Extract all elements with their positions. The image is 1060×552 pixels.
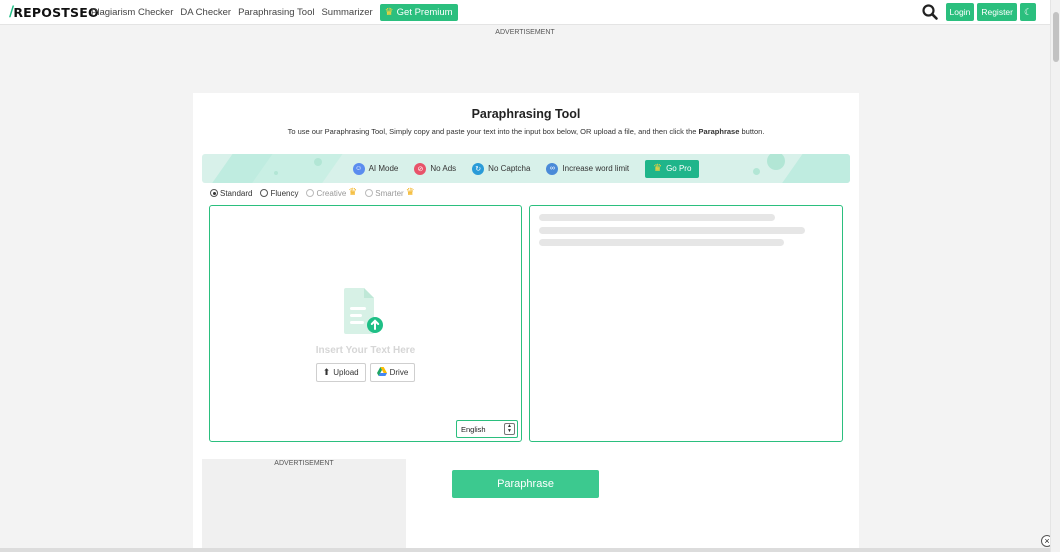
subtitle-text: To use our Paraphrasing Tool, Simply cop… — [287, 127, 699, 136]
nav-plagiarism-checker[interactable]: Plagiarism Checker — [91, 7, 173, 18]
radio-button[interactable] — [260, 189, 269, 197]
subtitle-bold: Paraphrase — [698, 127, 740, 136]
dark-mode-toggle[interactable]: ☾ — [1020, 3, 1036, 21]
side-advertisement: ADVERTISEMENT — [202, 459, 406, 552]
crown-icon: ♛ — [348, 187, 358, 198]
upload-icon: ⬆ — [322, 367, 331, 377]
crown-icon: ♛ — [384, 6, 394, 18]
ai-mode-icon: ☺ — [352, 162, 365, 175]
radio-button[interactable] — [210, 189, 218, 197]
radio-button[interactable] — [365, 189, 374, 197]
site-logo[interactable]: / REPOSTSEO — [9, 4, 99, 20]
radio-button[interactable] — [306, 189, 315, 197]
feature-label: Increase word limit — [562, 164, 630, 173]
paraphrasing-card: Paraphrasing Tool To use our Paraphrasin… — [193, 93, 859, 552]
login-button[interactable]: Login — [945, 3, 975, 21]
page-scrollbar[interactable] — [1050, 0, 1060, 552]
language-value: English — [461, 424, 486, 434]
output-text-area[interactable] — [529, 205, 843, 442]
page-subtitle: To use our Paraphrasing Tool, Simply cop… — [193, 127, 859, 136]
get-premium-label: Get Premium — [396, 7, 453, 18]
feature-label: No Ads — [430, 164, 457, 173]
loading-skeleton-line — [539, 214, 775, 221]
page-title: Paraphrasing Tool — [471, 107, 581, 121]
go-pro-label: Go Pro — [666, 164, 692, 173]
feature-label: AI Mode — [368, 164, 399, 173]
feature-ai-mode: ☺ AI Mode — [352, 162, 399, 175]
bottom-ad-bar — [0, 548, 1050, 552]
document-upload-icon — [342, 287, 384, 337]
mode-label: Standard — [220, 188, 253, 198]
paraphrase-button[interactable]: Paraphrase — [452, 470, 599, 498]
google-drive-icon — [376, 367, 387, 378]
upload-button[interactable]: ⬆ Upload — [315, 363, 366, 382]
main-nav: Plagiarism Checker DA Checker Paraphrasi… — [91, 0, 465, 25]
feature-word-limit: ∞ Increase word limit — [546, 162, 630, 175]
search-icon[interactable] — [921, 3, 939, 21]
infinity-icon: ∞ — [546, 162, 559, 175]
go-pro-button[interactable]: ♛ Go Pro — [645, 159, 700, 178]
mode-smarter[interactable]: Smarter ♛ — [365, 187, 415, 198]
paraphrase-mode-selector: Standard Fluency Creative ♛ Smarter ♛ — [210, 188, 415, 198]
feature-no-ads: ⊘ No Ads — [414, 162, 457, 175]
mode-standard[interactable]: Standard — [210, 189, 252, 198]
nav-paraphrasing-tool[interactable]: Paraphrasing Tool — [238, 7, 314, 18]
scrollbar-thumb[interactable] — [1053, 12, 1059, 62]
chevron-up-down-icon: ▲ ▼ — [504, 423, 515, 435]
feature-list: ☺ AI Mode ⊘ No Ads ↻ No Captcha ∞ Increa… — [202, 154, 850, 183]
drive-button[interactable]: Drive — [369, 363, 416, 382]
feature-no-captcha: ↻ No Captcha — [472, 162, 531, 175]
loading-skeleton-line — [539, 239, 784, 246]
register-button[interactable]: Register — [977, 3, 1017, 21]
nav-da-checker[interactable]: DA Checker — [180, 7, 231, 18]
no-ads-icon: ⊘ — [414, 162, 427, 175]
nav-summarizer[interactable]: Summarizer — [321, 7, 372, 18]
top-navbar: / REPOSTSEO Plagiarism Checker DA Checke… — [0, 0, 1050, 25]
mode-label: Smarter — [375, 188, 404, 198]
upload-label: Upload — [333, 368, 359, 377]
mode-label: Creative — [316, 188, 347, 198]
loading-skeleton-line — [539, 227, 805, 234]
side-ad-label: ADVERTISEMENT — [274, 460, 334, 467]
upload-actions: ⬆ Upload Drive — [210, 363, 521, 382]
get-premium-button[interactable]: ♛ Get Premium — [379, 4, 458, 21]
input-placeholder: Insert Your Text Here — [315, 345, 416, 356]
mode-creative[interactable]: Creative ♛ — [306, 188, 357, 198]
top-ad-label: ADVERTISEMENT — [495, 29, 555, 36]
logo-text: REPOSTSEO — [13, 4, 99, 20]
pro-features-banner: ☺ AI Mode ⊘ No Ads ↻ No Captcha ∞ Increa… — [202, 154, 850, 183]
drive-label: Drive — [389, 368, 409, 377]
crown-icon: ♛ — [405, 187, 415, 198]
no-captcha-icon: ↻ — [472, 162, 485, 175]
mode-label: Fluency — [270, 188, 299, 198]
mode-fluency[interactable]: Fluency — [260, 189, 298, 198]
input-text-area[interactable]: Insert Your Text Here ⬆ Upload Drive Eng… — [209, 205, 522, 442]
subtitle-end: button. — [739, 127, 765, 136]
crown-icon: ♛ — [653, 162, 663, 174]
feature-label: No Captcha — [488, 164, 531, 173]
header-actions: Login Register ☾ — [921, 3, 1036, 21]
language-select[interactable]: English ▲ ▼ — [456, 420, 518, 438]
moon-icon: ☾ — [1023, 6, 1033, 17]
